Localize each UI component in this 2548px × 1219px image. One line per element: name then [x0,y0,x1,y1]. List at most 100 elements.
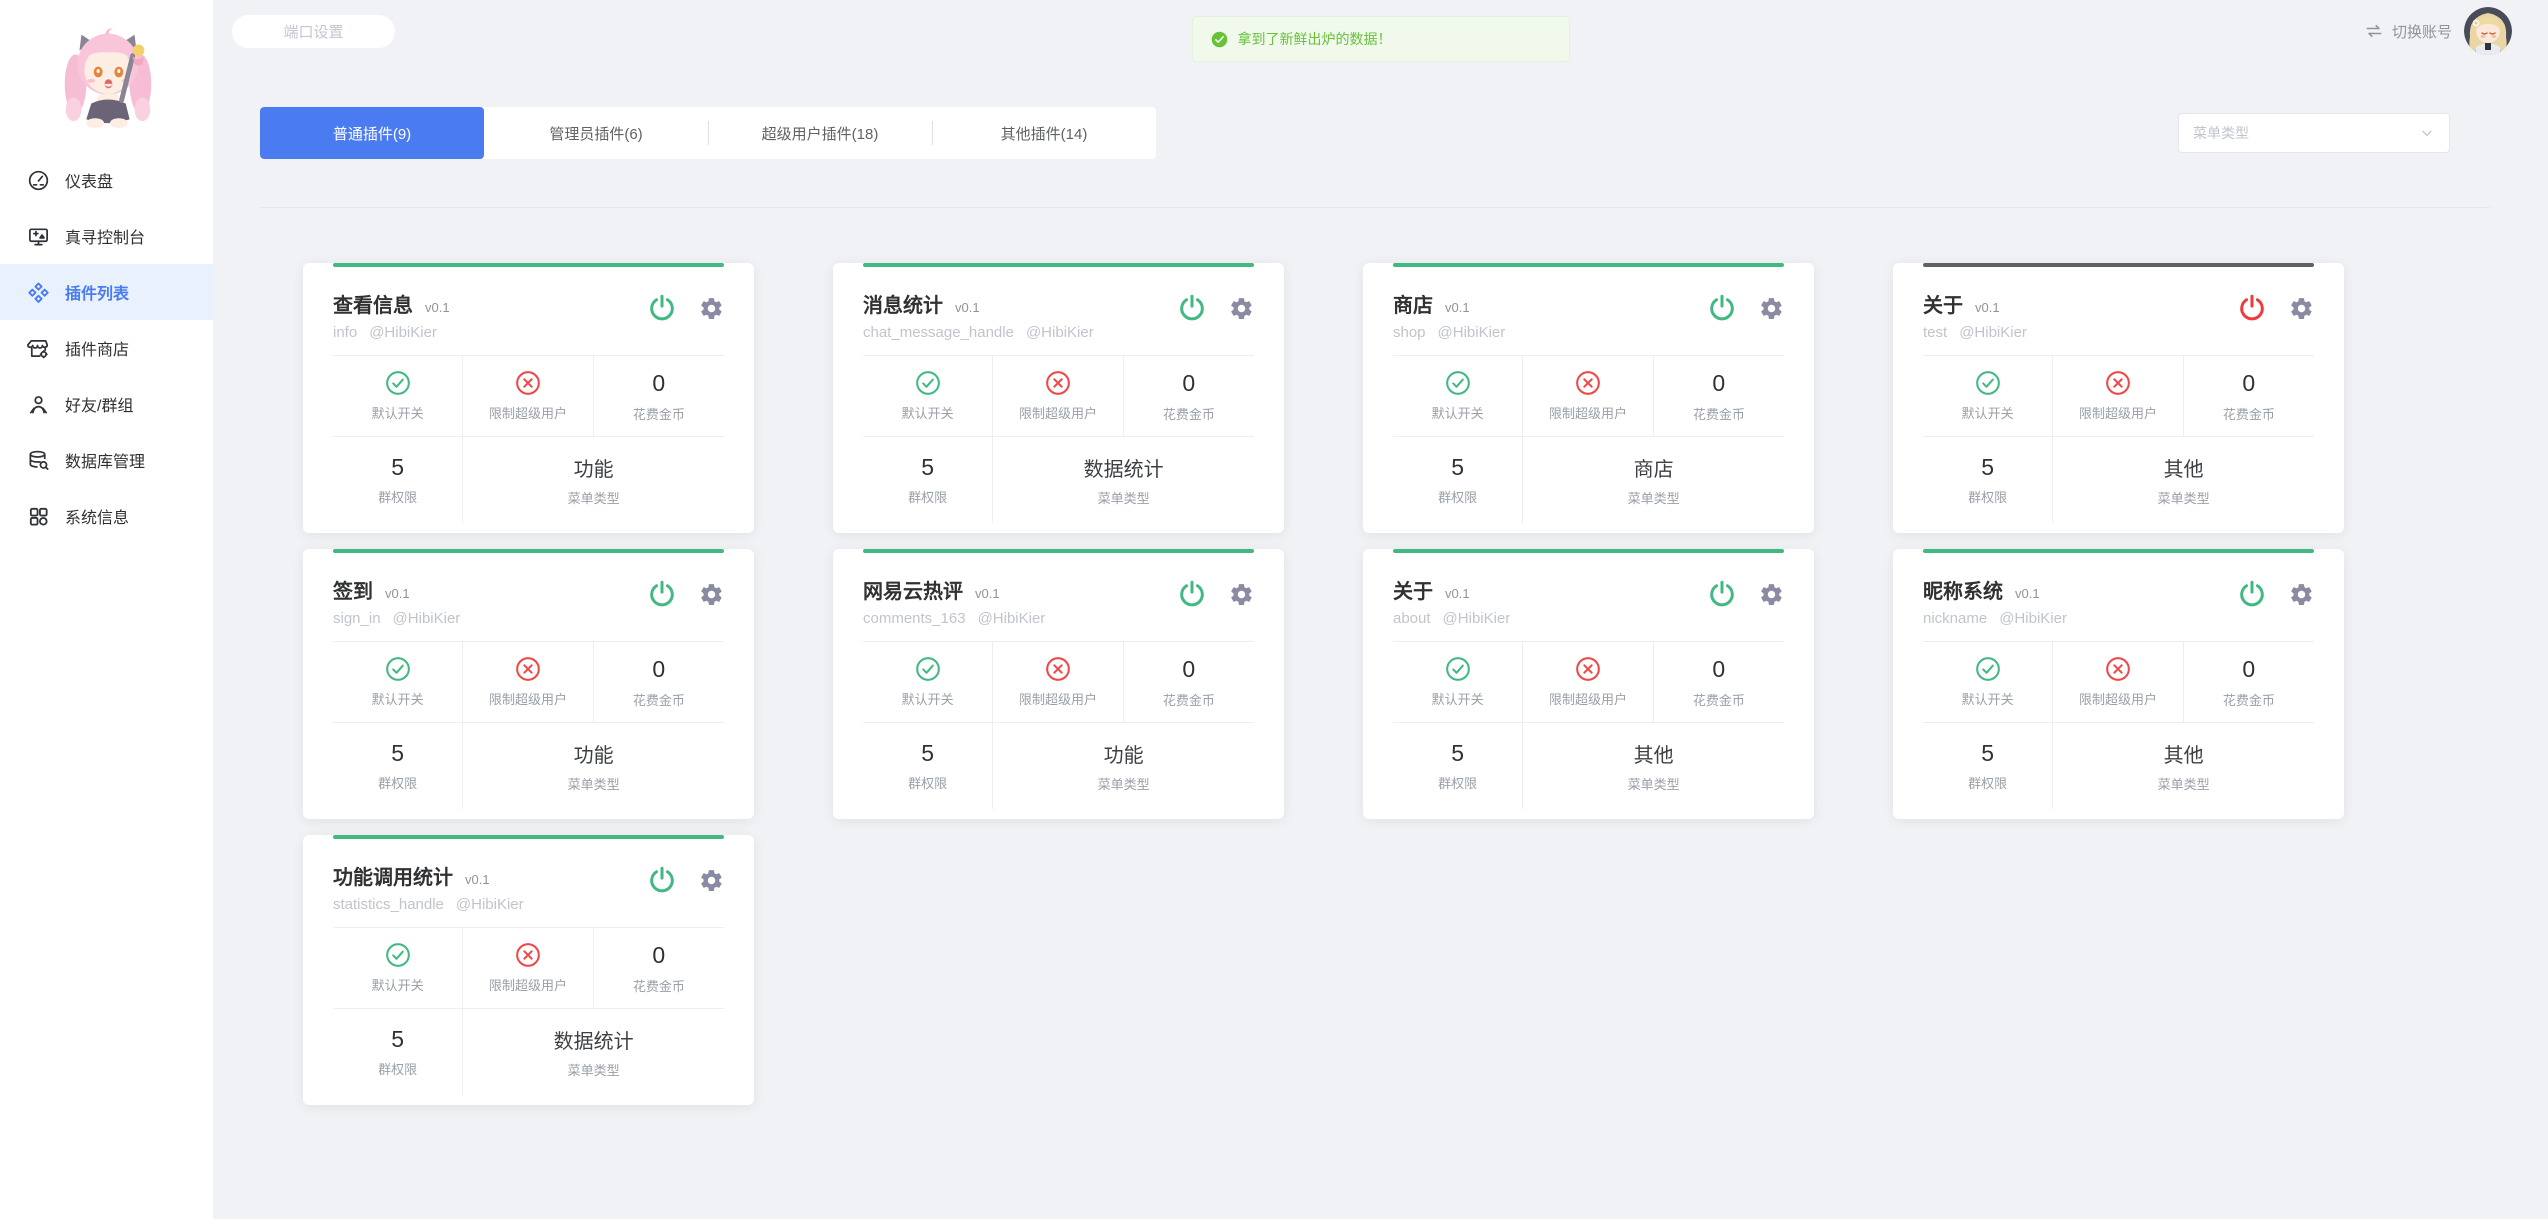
card-header-text: 关于 v0.1 about @HibiKier [1393,575,1510,627]
plugin-title: 关于 [1393,575,1433,604]
group-permission-value: 5 [1981,454,1994,481]
stat-cost-gold: 0 花费金币 [594,642,724,722]
stat-label: 花费金币 [633,690,685,709]
power-toggle-icon[interactable] [647,865,677,895]
menu-type-select-placeholder: 菜单类型 [2193,123,2249,143]
stat-limit-superuser: 限制超级用户 [993,356,1123,436]
card-header: 关于 v0.1 about @HibiKier [1393,553,1784,641]
tab-admin-plugins[interactable]: 管理员插件(6) [484,107,708,159]
power-toggle-icon[interactable] [647,293,677,323]
menu-type-value: 功能 [1104,739,1144,768]
menu-type-select[interactable]: 菜单类型 [2178,113,2450,153]
settings-gear-icon[interactable] [1759,582,1784,607]
sidebar-item-database[interactable]: 数据库管理 [0,432,213,488]
cost-gold-value: 0 [652,656,665,683]
power-toggle-icon[interactable] [2237,579,2267,609]
x-circle-icon [2105,370,2131,396]
stat-limit-superuser: 限制超级用户 [1523,642,1653,722]
stat-group-permission: 5 群权限 [333,723,463,809]
card-actions [1177,293,1254,323]
tab-normal-plugins[interactable]: 普通插件(9) [260,107,484,159]
check-circle-icon [385,656,411,682]
sidebar-item-console[interactable]: 真寻控制台 [0,208,213,264]
stat-cost-gold: 0 花费金币 [1124,356,1254,436]
cost-gold-value: 0 [2242,370,2255,397]
stat-limit-superuser: 限制超级用户 [1523,356,1653,436]
sidebar-item-plugin-store[interactable]: 插件商店 [0,320,213,376]
settings-gear-icon[interactable] [1759,296,1784,321]
plugin-title: 签到 [333,575,373,604]
plugin-author: @HibiKier [1959,324,2027,341]
plugin-version: v0.1 [1445,586,1470,601]
stat-cost-gold: 0 花费金币 [1654,356,1784,436]
plugin-card: 关于 v0.1 test @HibiKier [1893,263,2344,533]
settings-gear-icon[interactable] [699,296,724,321]
stat-limit-superuser: 限制超级用户 [463,356,593,436]
plugin-card: 消息统计 v0.1 chat_message_handle @HibiKier [833,263,1284,533]
power-toggle-icon[interactable] [647,579,677,609]
power-toggle-icon[interactable] [2237,293,2267,323]
x-circle-icon [1575,656,1601,682]
chevron-down-icon [2419,125,2435,141]
stat-label: 默认开关 [372,403,424,422]
power-toggle-icon[interactable] [1177,579,1207,609]
check-circle-icon [915,656,941,682]
cost-gold-value: 0 [1712,370,1725,397]
stat-menu-type: 功能 菜单类型 [463,723,724,809]
topbar-right: 切换账号 [2364,7,2512,55]
group-permission-value: 5 [921,454,934,481]
stat-cost-gold: 0 花费金币 [1654,642,1784,722]
user-avatar[interactable] [2464,7,2512,55]
content: 普通插件(9) 管理员插件(6) 超级用户插件(18) 其他插件(14) 菜单类… [213,107,2548,1105]
plugin-title: 消息统计 [863,289,943,318]
settings-gear-icon[interactable] [2289,582,2314,607]
stat-label: 花费金币 [1693,404,1745,423]
stat-label: 限制超级用户 [2079,403,2157,422]
tab-other-plugins[interactable]: 其他插件(14) [932,107,1156,159]
card-header: 网易云热评 v0.1 comments_163 @HibiKier [863,553,1254,641]
sidebar-item-system-info[interactable]: 系统信息 [0,488,213,544]
switch-account-button[interactable]: 切换账号 [2364,21,2452,42]
stat-default-switch: 默认开关 [1393,642,1523,722]
stat-label: 群权限 [1438,487,1477,506]
plugin-module: shop [1393,324,1426,341]
power-toggle-icon[interactable] [1707,293,1737,323]
card-stats: 默认开关 限制超级用户 0 花费金币 [863,355,1254,523]
plugin-module: comments_163 [863,610,966,627]
sidebar-item-label: 数据库管理 [65,448,145,472]
card-header-text: 消息统计 v0.1 chat_message_handle @HibiKier [863,289,1094,341]
stat-label: 限制超级用户 [1549,403,1627,422]
sidebar-item-friends-groups[interactable]: 好友/群组 [0,376,213,432]
power-toggle-icon[interactable] [1707,579,1737,609]
stat-cost-gold: 0 花费金币 [2184,356,2314,436]
menu-type-value: 数据统计 [1084,453,1164,482]
stat-cost-gold: 0 花费金币 [1124,642,1254,722]
cost-gold-value: 0 [1182,370,1195,397]
card-header: 查看信息 v0.1 info @HibiKier [333,267,724,355]
port-settings-button[interactable]: 端口设置 [232,15,395,48]
settings-gear-icon[interactable] [1229,582,1254,607]
menu-type-value: 商店 [1634,453,1674,482]
settings-gear-icon[interactable] [1229,296,1254,321]
stat-label: 花费金币 [2223,404,2275,423]
stat-label: 花费金币 [633,976,685,995]
plugin-grid: 查看信息 v0.1 info @HibiKier [303,263,2344,1105]
gauge-icon [27,169,50,192]
x-circle-icon [515,656,541,682]
settings-gear-icon[interactable] [699,868,724,893]
stat-label: 默认开关 [372,689,424,708]
group-permission-value: 5 [921,740,934,767]
group-permission-value: 5 [1451,454,1464,481]
sidebar-item-dashboard[interactable]: 仪表盘 [0,152,213,208]
stat-label: 菜单类型 [568,488,620,507]
database-icon [27,449,50,472]
tab-superuser-plugins[interactable]: 超级用户插件(18) [708,107,932,159]
sidebar-item-plugin-list[interactable]: 插件列表 [0,264,213,320]
toolbar: 普通插件(9) 管理员插件(6) 超级用户插件(18) 其他插件(14) 菜单类… [260,107,2490,159]
group-permission-value: 5 [1451,740,1464,767]
power-toggle-icon[interactable] [1177,293,1207,323]
settings-gear-icon[interactable] [2289,296,2314,321]
plugin-author: @HibiKier [1438,324,1506,341]
stat-label: 花费金币 [633,404,685,423]
settings-gear-icon[interactable] [699,582,724,607]
